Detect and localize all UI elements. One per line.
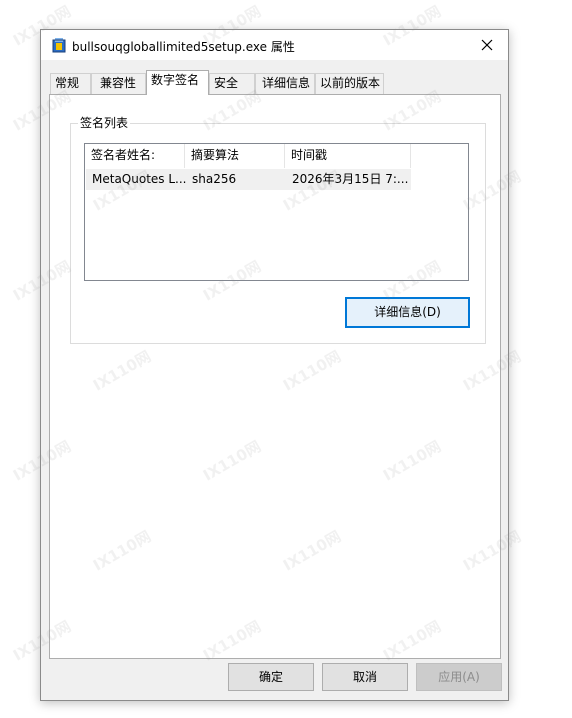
apply-button[interactable]: 应用(A) bbox=[416, 663, 502, 691]
close-icon[interactable] bbox=[474, 32, 500, 58]
tab-label: 常规 bbox=[55, 76, 80, 90]
title-bar[interactable]: bullsouqgloballimited5setup.exe 属性 bbox=[41, 30, 508, 60]
column-header-timestamp[interactable]: 时间戳 bbox=[285, 144, 411, 168]
tab-digital-signatures[interactable]: 数字签名 bbox=[146, 70, 209, 95]
tab-label: 以前的版本 bbox=[320, 76, 381, 90]
tab-label: 详细信息 bbox=[262, 76, 311, 90]
details-button[interactable]: 详细信息(D) bbox=[345, 297, 470, 328]
column-header-signer[interactable]: 签名者姓名: bbox=[85, 144, 185, 168]
cancel-button[interactable]: 取消 bbox=[322, 663, 408, 691]
tab-compatibility[interactable]: 兼容性 bbox=[91, 73, 146, 94]
signature-list[interactable]: 签名者姓名: 摘要算法 时间戳 MetaQuotes L... sha256 2… bbox=[84, 143, 469, 281]
installer-app-icon bbox=[52, 38, 66, 53]
window-title: bullsouqgloballimited5setup.exe 属性 bbox=[72, 40, 295, 54]
tab-label: 安全 bbox=[214, 76, 239, 90]
properties-dialog: bullsouqgloballimited5setup.exe 属性 常规 兼容… bbox=[40, 29, 509, 701]
digest-algorithm-cell: sha256 bbox=[192, 172, 237, 186]
column-header-digest[interactable]: 摘要算法 bbox=[185, 144, 285, 168]
ok-button[interactable]: 确定 bbox=[228, 663, 314, 691]
tab-label: 数字签名 bbox=[151, 73, 200, 87]
signature-row[interactable]: MetaQuotes L... sha256 2026年3月15日 7:... bbox=[86, 169, 411, 190]
signature-list-label: 签名列表 bbox=[78, 116, 131, 130]
tab-label: 兼容性 bbox=[100, 76, 137, 90]
tab-details[interactable]: 详细信息 bbox=[255, 73, 315, 94]
signature-list-group: 签名列表 签名者姓名: 摘要算法 时间戳 MetaQuotes L... sha… bbox=[70, 116, 486, 344]
timestamp-cell: 2026年3月15日 7:... bbox=[292, 172, 409, 186]
signer-name-cell: MetaQuotes L... bbox=[92, 172, 186, 186]
tab-general[interactable]: 常规 bbox=[50, 73, 91, 94]
tab-security[interactable]: 安全 bbox=[209, 73, 255, 94]
tab-previous-versions[interactable]: 以前的版本 bbox=[315, 73, 384, 94]
digital-signatures-panel: 签名列表 签名者姓名: 摘要算法 时间戳 MetaQuotes L... sha… bbox=[49, 94, 501, 659]
